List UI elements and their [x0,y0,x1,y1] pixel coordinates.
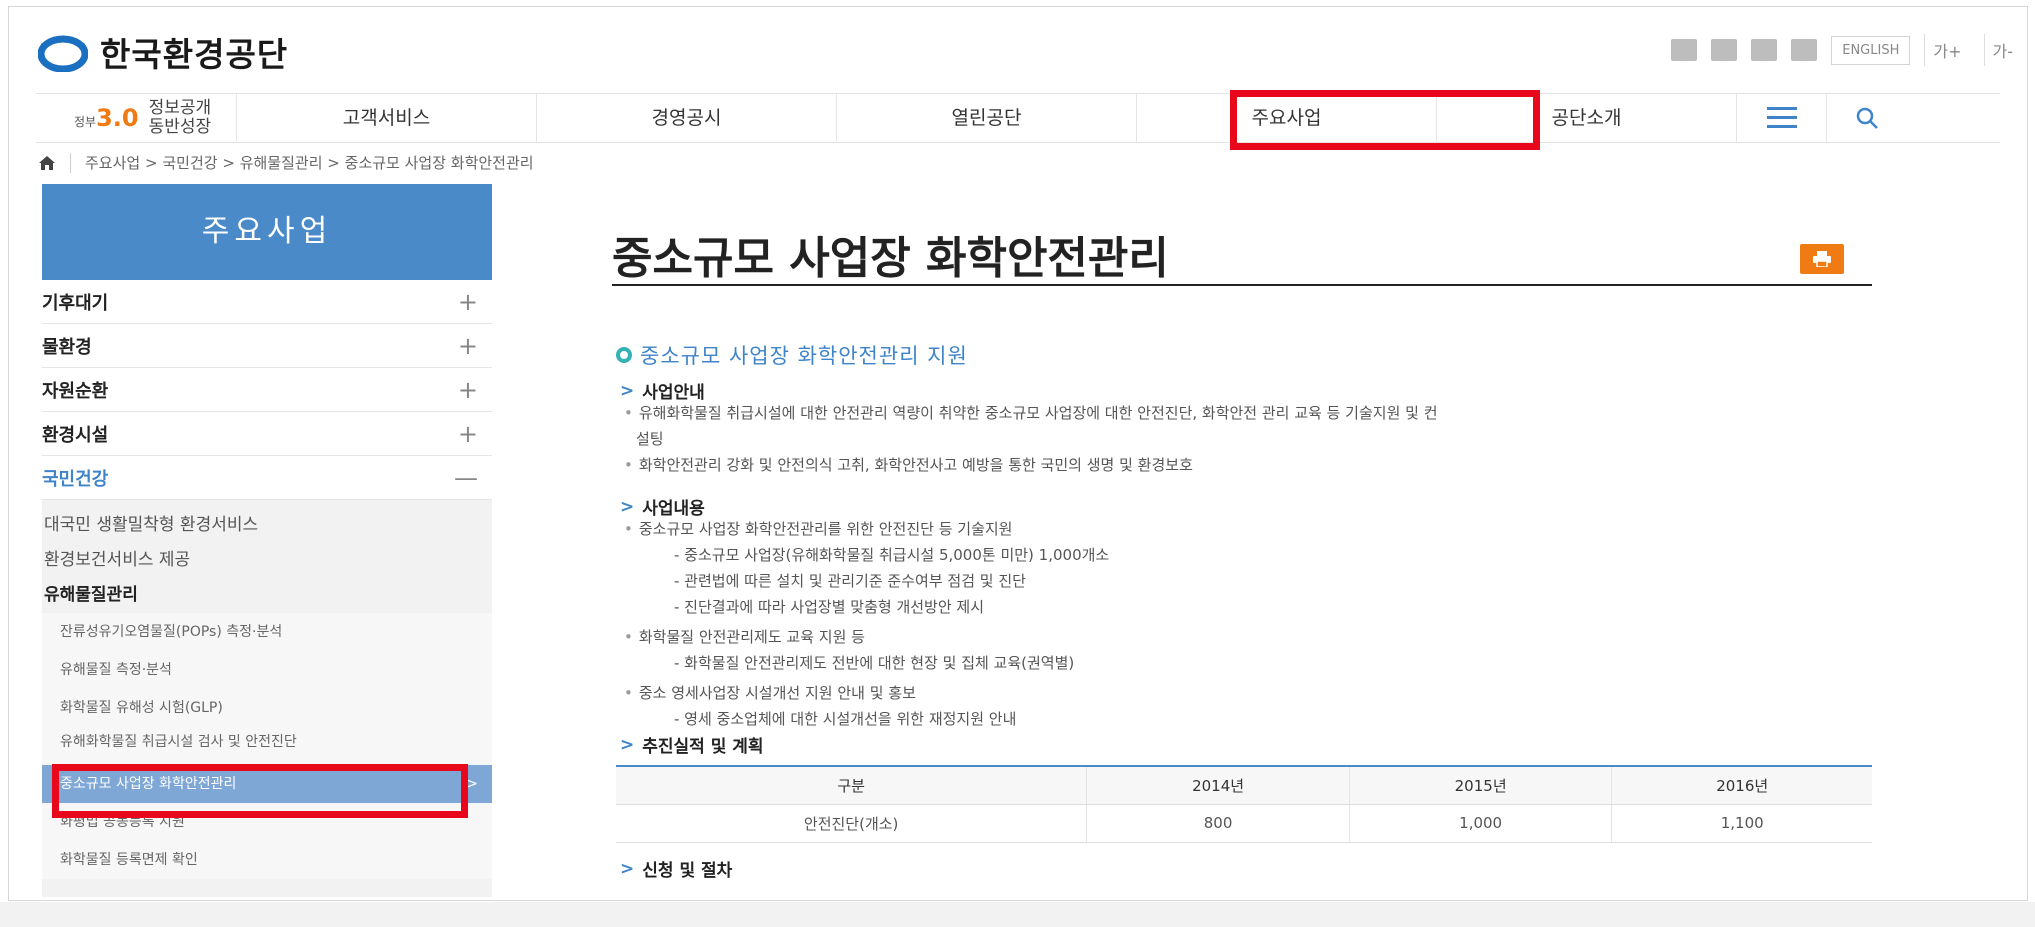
expand-icon: + [457,419,478,448]
logo-mark-icon [37,32,89,73]
breadcrumb-trail: 주요사업 > 국민건강 > 유해물질관리 > 중소규모 사업장 화학안전관리 [85,154,534,172]
print-button[interactable] [1800,244,1844,274]
gov30-link[interactable]: 정부3.0 정보공개 동반성장 [36,99,236,137]
search-icon [1856,107,1878,129]
submenu-leaf[interactable]: 잔류성유기오염물질(POPs) 측정·분석 [42,613,492,651]
twitter-icon[interactable] [1751,39,1778,61]
circle-bullet-icon [616,347,632,363]
breadcrumb-item[interactable]: 유해물질관리 [240,154,323,172]
chevron-icon: > [620,496,635,517]
gov30-badge: 정부3.0 [74,104,139,132]
content-sub-2a: - 화학물질 안전관리제도 전반에 대한 현장 및 집체 교육(권역별) [674,654,1075,672]
sidebar-item-recycling[interactable]: 자원순환 + [42,368,492,412]
breadcrumb-divider [70,152,71,173]
breadcrumb-item[interactable]: 국민건강 [162,154,217,172]
hamburger-menu-button[interactable] [1736,94,1826,142]
page-title: 중소규모 사업장 화학안전관리 [612,233,1169,284]
sns-icon[interactable] [1791,39,1818,61]
home-icon[interactable] [38,155,56,171]
gnb-customer-service[interactable]: 고객서비스 [236,94,536,142]
sidebar-submenu: 대국민 생활밀착형 환경서비스 환경보건서비스 제공 유해물질관리 잔류성유기오… [42,500,492,897]
expand-icon: + [457,287,478,316]
sidebar-item-public-health[interactable]: 국민건강 — [42,456,492,500]
chevron-right-icon: > [466,776,478,792]
chevron-icon: > [620,858,635,879]
font-smaller-button[interactable]: 가- [1983,34,2022,66]
content-item-3: • 중소 영세사업장 시설개선 지원 안내 및 홍보 [624,684,916,702]
gov30-text: 정보공개 동반성장 [148,98,212,137]
sidebar-title: 주요사업 [42,184,492,280]
submenu-leaf[interactable]: 유해화학물질 취급시설 검사 및 안전진단 [42,727,492,765]
plan-table: 구분 2014년 2015년 2016년 안전진단(개소) 800 1,000 … [616,765,1872,843]
table-header: 2016년 [1611,766,1872,805]
table-cell: 1,000 [1349,804,1613,843]
intro-text-1b: 설팅 [636,430,664,448]
table-row: 안전진단(개소) 800 1,000 1,100 [616,804,1872,843]
font-larger-button[interactable]: 가+ [1924,34,1969,66]
search-button[interactable] [1826,94,1906,142]
section-title: 중소규모 사업장 화학안전관리 지원 [616,340,968,370]
sidebar-item-water[interactable]: 물환경 + [42,324,492,368]
submenu-item[interactable]: 대국민 생활밀착형 환경서비스 [42,508,492,543]
highlight-box-gnb [1230,90,1540,150]
table-header-row: 구분 2014년 2015년 2016년 [616,766,1872,805]
facebook-icon[interactable] [1711,39,1738,61]
table-cell: 800 [1086,804,1350,843]
content-sub-1c: - 진단결과에 따라 사업장별 맞춤형 개선방안 제시 [674,598,985,616]
table-header: 구분 [616,766,1088,805]
expand-icon: + [457,331,478,360]
printer-icon [1813,251,1831,267]
gnb-management-disclosure[interactable]: 경영공시 [536,94,836,142]
main-content: 중소규모 사업장 화학안전관리 중소규모 사업장 화학안전관리 지원 > 사업안내… [612,184,1872,881]
content-item-1: • 중소규모 사업장 화학안전관리를 위한 안전진단 등 기술지원 [624,520,1013,538]
sidebar-item-facilities[interactable]: 환경시설 + [42,412,492,456]
collapse-icon: — [454,463,478,492]
chevron-icon: > [620,734,635,755]
submenu-item-hazardous[interactable]: 유해물질관리 [42,578,492,613]
blog-icon[interactable] [1671,39,1698,61]
content-item-2: • 화학물질 안전관리제도 교육 지원 등 [624,628,865,646]
english-button[interactable]: ENGLISH [1831,35,1911,65]
site-logo[interactable]: 한국환경공단 [37,28,289,76]
breadcrumb: 주요사업 > 국민건강 > 유해물질관리 > 중소규모 사업장 화학안전관리 [38,152,534,173]
submenu-leaf[interactable]: 유해물질 측정·분석 [42,651,492,689]
table-header: 2014년 [1086,766,1350,805]
submenu-leaf[interactable]: 화학물질 등록면제 확인 [42,841,492,879]
expand-icon: + [457,375,478,404]
utility-bar: ENGLISH 가+ 가- [1671,34,2021,66]
content-sub-3a: - 영세 중소업체에 대한 시설개선을 위한 재정지원 안내 [674,710,1017,728]
gnb-open-corporation[interactable]: 열린공단 [836,94,1136,142]
intro-text-2: • 화학안전관리 강화 및 안전의식 고취, 화학안전사고 예방을 통한 국민의 … [624,456,1193,474]
title-divider [612,284,1872,286]
breadcrumb-item[interactable]: 주요사업 [85,154,140,172]
submenu-leaf[interactable]: 화학물질 유해성 시험(GLP) [42,689,492,727]
breadcrumb-current: 중소규모 사업장 화학안전관리 [344,154,534,172]
intro-text-1: • 유해화학물질 취급시설에 대한 안전관리 역량이 취약한 중소규모 사업장에 … [624,404,1438,422]
chevron-icon: > [620,380,635,401]
submenu-item[interactable]: 환경보건서비스 제공 [42,543,492,578]
page-bottom-shade [0,902,2035,927]
content-sub-1b: - 관련법에 따른 설치 및 관리기준 준수여부 점검 및 진단 [674,572,1026,590]
heading-plan: > 추진실적 및 계획 [620,734,764,758]
logo-text: 한국환경공단 [100,35,289,74]
content-sub-1a: - 중소규모 사업장(유해화학물질 취급시설 5,000톤 미만) 1,000개… [674,546,1110,564]
table-header: 2015년 [1349,766,1613,805]
table-cell: 1,100 [1611,804,1872,843]
sidebar-item-climate[interactable]: 기후대기 + [42,280,492,324]
global-nav: 정부3.0 정보공개 동반성장 고객서비스 경영공시 열린공단 주요사업 공단소개 [36,93,2000,143]
table-cell: 안전진단(개소) [616,804,1088,843]
hamburger-icon [1766,107,1797,128]
highlight-box-sidebar [52,764,468,818]
heading-apply: > 신청 및 절차 [620,858,733,882]
